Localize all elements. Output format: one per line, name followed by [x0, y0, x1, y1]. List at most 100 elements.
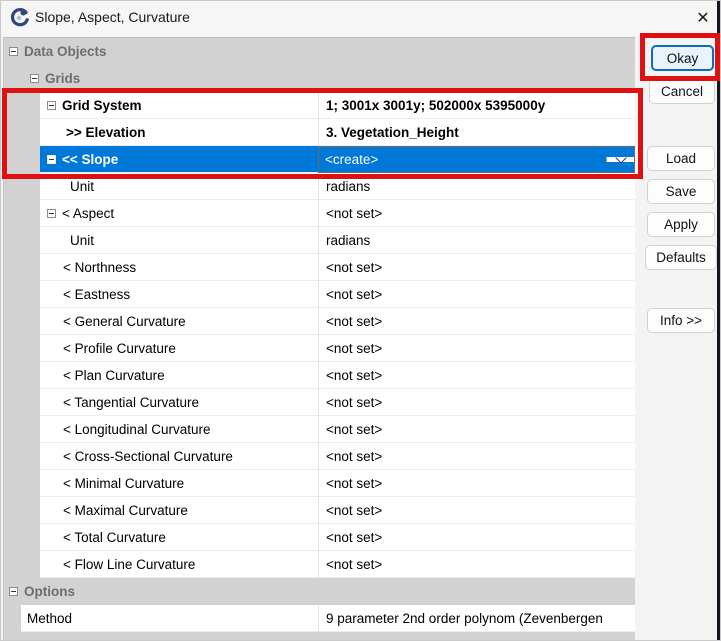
collapse-minus-icon[interactable]: [30, 74, 39, 83]
cancel-button[interactable]: Cancel: [649, 78, 715, 104]
param-value-cell[interactable]: <not set>: [318, 362, 635, 389]
param-label: < General Curvature: [63, 314, 186, 329]
param-value-cell[interactable]: <not set>: [318, 524, 635, 551]
param-value-cell[interactable]: <not set>: [318, 200, 635, 227]
param-name-cell[interactable]: < Aspect: [40, 200, 318, 227]
param-name-cell[interactable]: Unit: [40, 227, 318, 254]
param-label: < Tangential Curvature: [63, 395, 199, 410]
param-name-cell[interactable]: < Profile Curvature: [40, 335, 318, 362]
collapse-minus-icon[interactable]: [9, 47, 18, 56]
param-label: < Maximal Curvature: [63, 503, 188, 518]
param-row-method: Method 9 parameter 2nd order polynom (Ze…: [4, 605, 635, 632]
param-name-cell[interactable]: << Slope: [40, 146, 318, 173]
param-name-cell[interactable]: >> Elevation: [40, 119, 318, 146]
param-value-cell[interactable]: <not set>: [318, 254, 635, 281]
param-value-cell[interactable]: <not set>: [318, 389, 635, 416]
param-row-tangential-curvature: < Tangential Curvature <not set>: [4, 389, 635, 416]
param-label: < Cross-Sectional Curvature: [63, 449, 233, 464]
chevron-down-icon: [615, 152, 626, 163]
param-name-cell[interactable]: < Minimal Curvature: [40, 470, 318, 497]
param-name-cell[interactable]: Method: [21, 605, 318, 632]
defaults-button[interactable]: Defaults: [645, 245, 717, 270]
combobox-dropdown-button[interactable]: [606, 157, 634, 162]
saga-gis-icon: [9, 7, 30, 28]
slope-output-combobox[interactable]: <create>: [318, 146, 635, 173]
param-value-cell[interactable]: radians: [318, 173, 635, 200]
collapse-minus-icon[interactable]: [47, 155, 56, 164]
title-bar: Slope, Aspect, Curvature ✕: [1, 1, 721, 36]
param-label: < Total Curvature: [63, 530, 166, 545]
section-label: Options: [24, 584, 75, 599]
param-row-elevation: >> Elevation 3. Vegetation_Height: [4, 119, 635, 146]
param-name-cell[interactable]: < Cross-Sectional Curvature: [40, 443, 318, 470]
param-name-cell[interactable]: < Northness: [40, 254, 318, 281]
param-name-cell[interactable]: < Plan Curvature: [40, 362, 318, 389]
param-name-cell[interactable]: < Flow Line Curvature: [40, 551, 318, 578]
tool-dialog-window: Slope, Aspect, Curvature ✕ Data Objects …: [0, 0, 721, 641]
param-value-cell[interactable]: <not set>: [318, 497, 635, 524]
param-value-cell[interactable]: <not set>: [318, 470, 635, 497]
close-button[interactable]: ✕: [688, 4, 718, 32]
section-label: Data Objects: [24, 44, 107, 59]
combobox-value: <create>: [319, 152, 606, 167]
param-value-cell[interactable]: <not set>: [318, 416, 635, 443]
param-name-cell[interactable]: Unit: [40, 173, 318, 200]
apply-button[interactable]: Apply: [647, 212, 715, 237]
param-row-plan-curvature: < Plan Curvature <not set>: [4, 362, 635, 389]
param-label: Unit: [70, 233, 94, 248]
collapse-minus-icon[interactable]: [9, 587, 18, 596]
section-label: Grids: [45, 71, 80, 86]
load-button[interactable]: Load: [647, 146, 715, 171]
param-row-profile-curvature: < Profile Curvature <not set>: [4, 335, 635, 362]
param-name-cell[interactable]: Grid System: [40, 92, 318, 119]
collapse-minus-icon[interactable]: [47, 101, 56, 110]
param-name-cell[interactable]: < General Curvature: [40, 308, 318, 335]
param-name-cell[interactable]: < Maximal Curvature: [40, 497, 318, 524]
param-name-cell[interactable]: < Tangential Curvature: [40, 389, 318, 416]
param-value-cell[interactable]: <not set>: [318, 551, 635, 578]
param-name-cell[interactable]: < Total Curvature: [40, 524, 318, 551]
info-button[interactable]: Info >>: [647, 308, 715, 333]
param-label: Grid System: [62, 98, 142, 113]
section-row-grids[interactable]: Grids: [4, 65, 635, 92]
param-row-minimal-curvature: < Minimal Curvature <not set>: [4, 470, 635, 497]
param-label: >> Elevation: [66, 125, 146, 140]
param-label: < Northness: [63, 260, 136, 275]
param-row-eastness: < Eastness <not set>: [4, 281, 635, 308]
parameter-table: Data Objects Grids Grid System 1; 3001x …: [3, 37, 635, 641]
window-title: Slope, Aspect, Curvature: [35, 9, 190, 25]
param-value-cell[interactable]: 1; 3001x 3001y; 502000x 5395000y: [318, 92, 635, 119]
param-label: < Profile Curvature: [63, 341, 176, 356]
param-value-cell[interactable]: radians: [318, 227, 635, 254]
param-value-cell[interactable]: <not set>: [318, 335, 635, 362]
param-row-slope-unit: Unit radians: [4, 173, 635, 200]
param-row-flow-line-curvature: < Flow Line Curvature <not set>: [4, 551, 635, 578]
param-label: Unit: [70, 179, 94, 194]
section-row-options[interactable]: Options: [4, 578, 635, 605]
param-label: < Flow Line Curvature: [63, 557, 195, 572]
param-label: < Eastness: [63, 287, 130, 302]
param-value-cell[interactable]: 9 parameter 2nd order polynom (Zevenberg…: [318, 605, 635, 632]
param-row-maximal-curvature: < Maximal Curvature <not set>: [4, 497, 635, 524]
param-name-cell[interactable]: < Longitudinal Curvature: [40, 416, 318, 443]
param-label: < Aspect: [62, 206, 114, 221]
param-label: < Minimal Curvature: [63, 476, 184, 491]
section-row-data-objects[interactable]: Data Objects: [4, 38, 635, 65]
param-row-slope-selected: << Slope <create>: [4, 146, 635, 173]
param-label: < Plan Curvature: [63, 368, 165, 383]
param-label: < Longitudinal Curvature: [63, 422, 210, 437]
collapse-minus-icon[interactable]: [47, 209, 56, 218]
param-value-cell[interactable]: <not set>: [318, 443, 635, 470]
screen-edge-strip: [717, 1, 720, 641]
param-value-cell[interactable]: 3. Vegetation_Height: [318, 119, 635, 146]
param-label: Method: [27, 611, 72, 626]
save-button[interactable]: Save: [647, 179, 715, 204]
param-value-cell[interactable]: <not set>: [318, 281, 635, 308]
param-row-grid-system: Grid System 1; 3001x 3001y; 502000x 5395…: [4, 92, 635, 119]
param-name-cell[interactable]: < Eastness: [40, 281, 318, 308]
param-row-cross-sectional-curvature: < Cross-Sectional Curvature <not set>: [4, 443, 635, 470]
param-row-total-curvature: < Total Curvature <not set>: [4, 524, 635, 551]
param-value-cell[interactable]: <not set>: [318, 308, 635, 335]
param-row-aspect: < Aspect <not set>: [4, 200, 635, 227]
okay-button[interactable]: Okay: [651, 45, 714, 71]
